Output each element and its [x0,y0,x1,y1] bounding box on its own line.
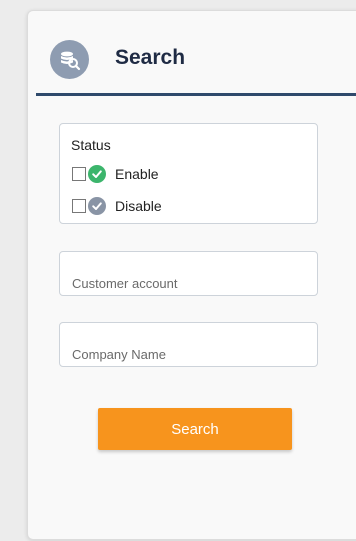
status-label: Status [71,137,111,153]
disable-checkbox[interactable] [72,199,86,213]
search-button[interactable]: Search [98,408,292,450]
company-name-input[interactable] [59,322,318,367]
status-filter-group: Status Enable Disable [59,123,318,224]
database-search-icon [50,40,89,79]
status-option-disable[interactable]: Disable [72,197,162,215]
page-title: Search [115,46,186,69]
panel-header: Search [28,11,356,96]
disable-label: Disable [115,198,162,214]
enable-label: Enable [115,166,159,182]
customer-account-input[interactable] [59,251,318,296]
check-circle-icon [88,197,106,215]
check-circle-icon [88,165,106,183]
enable-checkbox[interactable] [72,167,86,181]
header-divider [36,93,356,96]
search-panel: Search ▲ Status Enable Disable Search [27,10,356,540]
status-option-enable[interactable]: Enable [72,165,159,183]
